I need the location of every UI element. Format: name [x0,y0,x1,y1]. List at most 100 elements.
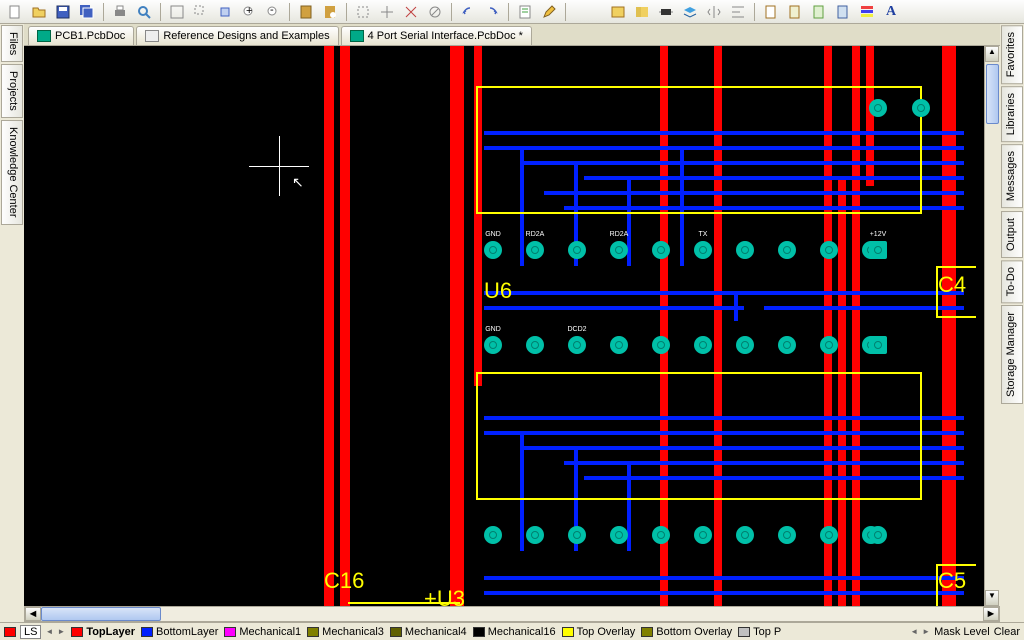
print-icon[interactable] [109,2,131,22]
pad[interactable] [869,241,887,259]
clear-icon[interactable] [424,2,446,22]
storage-manager-tab[interactable]: Storage Manager [1001,305,1023,404]
pad[interactable] [568,336,586,354]
designator-c16: C16 [324,568,364,594]
pad[interactable] [694,241,712,259]
pad[interactable] [484,336,502,354]
svg-text:-: - [270,4,274,16]
designator-u6: U6 [484,278,512,304]
pad[interactable] [652,241,670,259]
knowledge-center-tab[interactable]: Knowledge Center [1,120,23,225]
pad[interactable] [736,336,754,354]
messages-tab[interactable]: Messages [1001,144,1023,208]
pad[interactable] [610,526,628,544]
paste-special-icon[interactable] [319,2,341,22]
layers-icon[interactable] [679,2,701,22]
preview-icon[interactable] [133,2,155,22]
pad[interactable] [736,241,754,259]
pad[interactable] [869,336,887,354]
undo-icon[interactable] [457,2,479,22]
pad[interactable] [869,526,887,544]
open-icon[interactable] [28,2,50,22]
redo-icon[interactable] [481,2,503,22]
layer-tab[interactable]: Top Overlay [560,626,638,638]
align-icon[interactable] [727,2,749,22]
doc2-icon[interactable] [784,2,806,22]
layer-tab[interactable]: Mechanical1 [222,626,303,638]
libraries-tab[interactable]: Libraries [1001,86,1023,142]
zoom-selected-icon[interactable] [214,2,236,22]
vertical-scrollbar[interactable]: ▲ ▼ [984,46,1000,606]
layer-tab[interactable]: Mechanical3 [305,626,386,638]
pcb-canvas[interactable]: U6 C16 +U3 C4 C5 GNDRD2ARD2ATX+12VGNDDCD… [24,46,1000,606]
pad[interactable] [568,241,586,259]
pad[interactable] [820,526,838,544]
save-all-icon[interactable] [76,2,98,22]
pad[interactable] [652,526,670,544]
tab-reference[interactable]: Reference Designs and Examples [136,26,338,45]
pad[interactable] [526,526,544,544]
pad[interactable] [652,336,670,354]
flip-icon[interactable] [703,2,725,22]
pad[interactable] [869,99,887,117]
doc4-icon[interactable] [832,2,854,22]
new-icon[interactable] [4,2,26,22]
pad[interactable] [526,241,544,259]
select-icon[interactable] [352,2,374,22]
browse-lib-icon[interactable] [607,2,629,22]
ls-button[interactable]: LS [20,625,41,639]
layer-tabs-bar: LS ◄► TopLayerBottomLayerMechanical1Mech… [0,622,1024,640]
pad[interactable] [736,526,754,544]
script-icon[interactable] [514,2,536,22]
favorites-tab[interactable]: Favorites [1001,25,1023,84]
projects-tab[interactable]: Projects [1,64,23,118]
todo-tab[interactable]: To-Do [1001,260,1023,303]
pad[interactable] [484,241,502,259]
designator-c4: C4 [938,272,966,298]
pad[interactable] [820,241,838,259]
component-icon[interactable] [655,2,677,22]
pad[interactable] [610,336,628,354]
files-tab[interactable]: Files [1,25,23,62]
mask-level-button[interactable]: Mask Level [934,626,990,638]
text-icon[interactable]: A [880,2,902,22]
layer-tab[interactable]: TopLayer [69,626,137,638]
move-icon[interactable] [376,2,398,22]
save-icon[interactable] [52,2,74,22]
layer-tab[interactable]: Mechanical4 [388,626,469,638]
horizontal-scrollbar[interactable]: ◄ ► [24,606,1000,622]
pad[interactable] [778,336,796,354]
tab-label: PCB1.PcbDoc [55,30,125,42]
explorer-icon[interactable] [631,2,653,22]
pad[interactable] [694,336,712,354]
pad[interactable] [484,526,502,544]
right-panel-tabs: Favorites Libraries Messages Output To-D… [1000,24,1024,622]
layerset-icon[interactable] [856,2,878,22]
doc3-icon[interactable] [808,2,830,22]
zoom-area-icon[interactable] [190,2,212,22]
layer-tab[interactable]: Mechanical16 [471,626,558,638]
doc1-icon[interactable] [760,2,782,22]
edit-icon[interactable] [538,2,560,22]
layer-tab[interactable]: BottomLayer [139,626,220,638]
zoom-fit-icon[interactable] [166,2,188,22]
pad[interactable] [526,336,544,354]
paste-icon[interactable] [295,2,317,22]
output-tab[interactable]: Output [1001,211,1023,258]
left-panel-tabs: Files Projects Knowledge Center [0,24,24,622]
pad[interactable] [568,526,586,544]
pad[interactable] [694,526,712,544]
zoom-in-icon[interactable]: + [238,2,260,22]
pad[interactable] [912,99,930,117]
zoom-out-icon[interactable]: - [262,2,284,22]
layer-tab[interactable]: Bottom Overlay [639,626,734,638]
clear-button[interactable]: Clear [994,626,1020,638]
tab-4port[interactable]: 4 Port Serial Interface.PcbDoc * [341,26,532,45]
pad[interactable] [820,336,838,354]
layer-tab[interactable]: Top P [736,626,783,638]
deselect-icon[interactable] [400,2,422,22]
pad[interactable] [610,241,628,259]
tab-pcb1[interactable]: PCB1.PcbDoc [28,26,134,45]
pad[interactable] [778,241,796,259]
pad[interactable] [778,526,796,544]
